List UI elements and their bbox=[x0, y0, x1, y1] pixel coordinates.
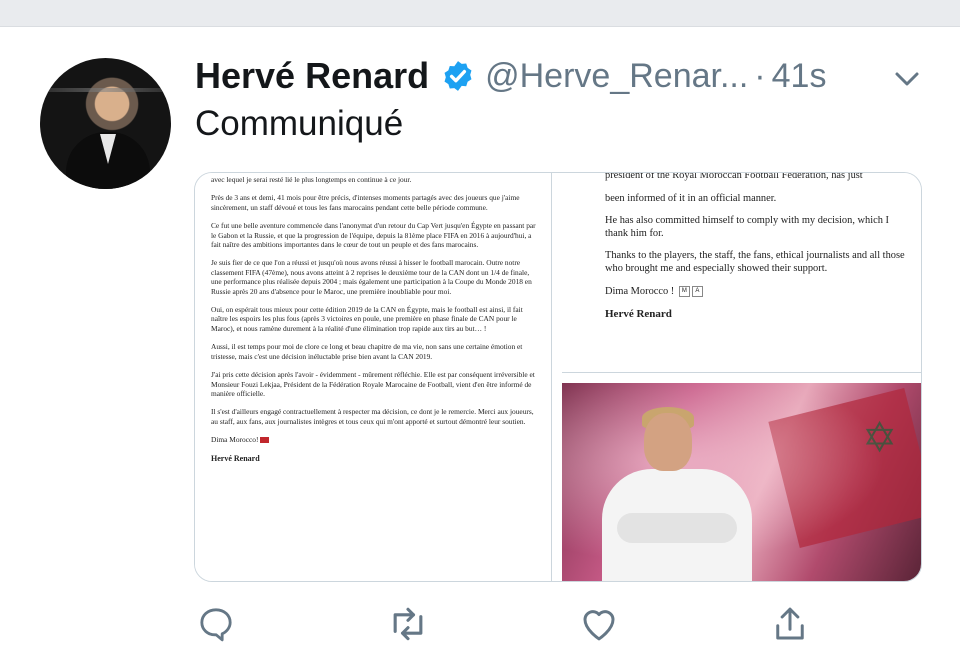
media-document-french[interactable]: avec lequel je serai resté lié le plus l… bbox=[195, 173, 552, 581]
tweet-action-bar bbox=[0, 598, 960, 648]
tweet-header: Hervé Renard @Herve_Renar... · 41s bbox=[195, 52, 826, 100]
avatar-background-lights bbox=[48, 88, 163, 92]
separator-dot: · bbox=[754, 56, 766, 95]
retweet-icon bbox=[393, 607, 423, 641]
doc-paragraph: Ce fut une belle aventure commencée dans… bbox=[211, 221, 536, 250]
doc-paragraph: He has also committed himself to comply … bbox=[605, 215, 889, 239]
photo-person-arms bbox=[617, 513, 737, 543]
media-photo[interactable]: ✡ bbox=[562, 383, 921, 581]
doc-paragraph: Thanks to the players, the staff, the fa… bbox=[605, 250, 905, 274]
doc-paragraph: Aussi, il est temps pour moi de clore ce… bbox=[211, 342, 523, 361]
like-button[interactable] bbox=[577, 602, 621, 646]
doc-paragraph: avec lequel je serai resté lié le plus l… bbox=[211, 175, 412, 184]
doc-signature: Hervé Renard bbox=[605, 308, 672, 321]
share-icon bbox=[776, 607, 804, 640]
reply-icon bbox=[200, 608, 232, 642]
doc-signature: Hervé Renard bbox=[211, 453, 260, 463]
chevron-down-icon[interactable] bbox=[892, 64, 922, 94]
media-document-english[interactable]: president of the Royal Moroccan Football… bbox=[562, 173, 921, 373]
doc-paragraph: J'ai pris cette décision après l'avoir -… bbox=[211, 370, 535, 398]
share-button[interactable] bbox=[768, 602, 812, 646]
doc-cut-line: president of the Royal Moroccan Football… bbox=[605, 173, 863, 181]
doc-closing-text: Dima Morocco ! bbox=[605, 285, 675, 297]
browser-top-bar bbox=[0, 0, 960, 27]
heart-icon bbox=[583, 610, 615, 641]
badge-m-icon: M bbox=[678, 285, 690, 297]
retweet-button[interactable] bbox=[386, 602, 430, 646]
doc-closing: Dima Morocco ! MA bbox=[605, 286, 909, 299]
author-name[interactable]: Hervé Renard bbox=[195, 55, 429, 97]
author-avatar[interactable] bbox=[40, 58, 171, 189]
doc-paragraph: Il s'est d'ailleurs engagé contractuelle… bbox=[211, 407, 534, 426]
morocco-flag-icon bbox=[260, 437, 270, 444]
verified-badge-icon bbox=[444, 61, 472, 91]
doc-paragraph: been informed of it in an official manne… bbox=[605, 192, 777, 204]
badge-a-icon: A bbox=[691, 285, 703, 297]
reply-button[interactable] bbox=[194, 602, 238, 646]
author-handle[interactable]: @Herve_Renar... bbox=[485, 57, 748, 96]
divider bbox=[562, 372, 921, 373]
photo-person-head bbox=[644, 413, 692, 471]
doc-paragraph: Près de 3 ans et demi, 41 mois pour être… bbox=[211, 193, 520, 212]
doc-paragraph: Oui, on espérait tous mieux pour cette é… bbox=[211, 305, 523, 333]
doc-paragraph: Je suis fier de ce que l'on a réussi et … bbox=[211, 258, 532, 296]
tweet-text: Communiqué bbox=[195, 104, 404, 143]
doc-closing: Dima Morocco! bbox=[211, 435, 537, 444]
tweet-media-grid[interactable]: avec lequel je serai resté lié le plus l… bbox=[194, 172, 922, 582]
doc-closing-text: Dima Morocco! bbox=[211, 435, 259, 445]
tweet-timestamp[interactable]: 41s bbox=[772, 57, 827, 96]
